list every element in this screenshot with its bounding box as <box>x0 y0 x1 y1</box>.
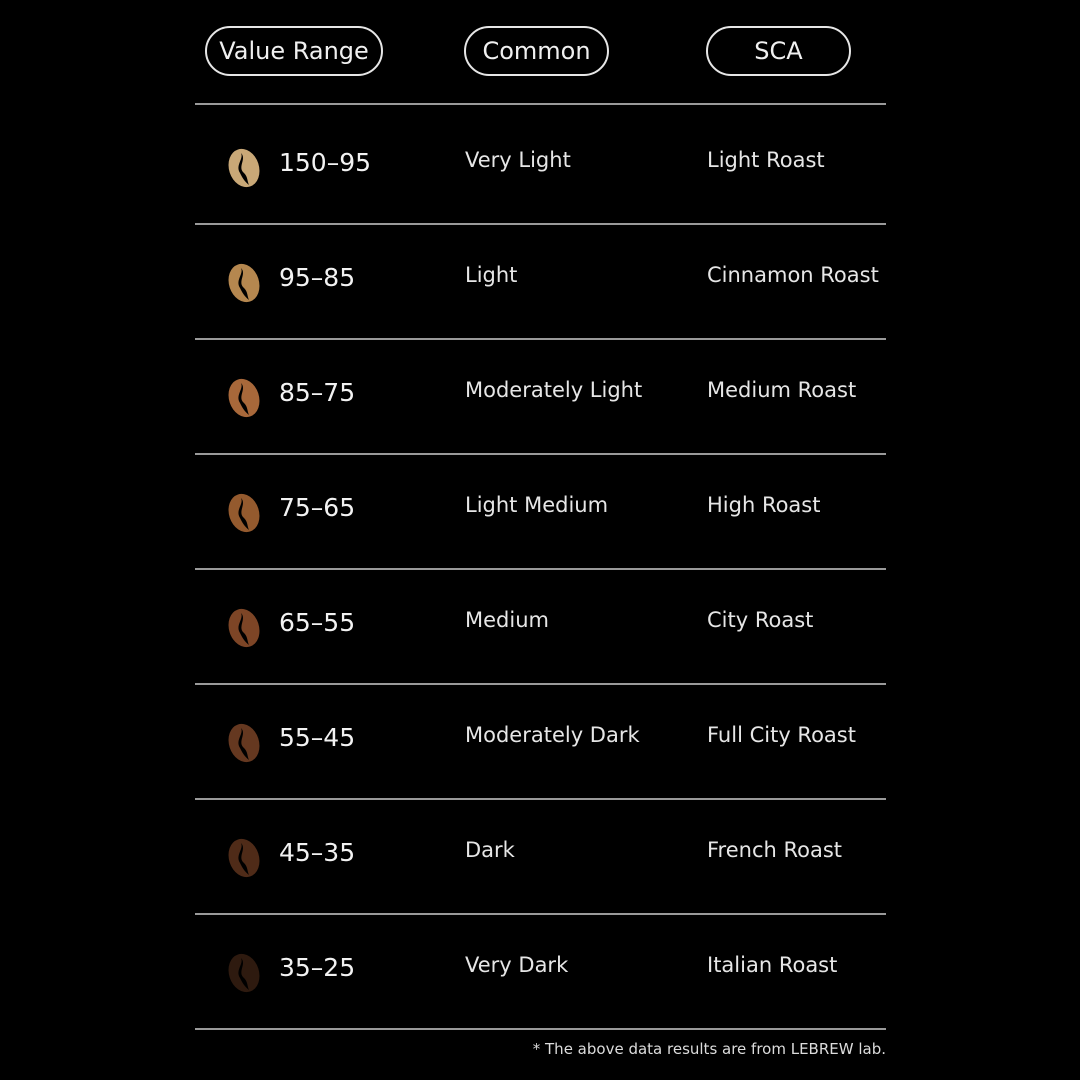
footnote: * The above data results are from LEBREW… <box>532 1040 886 1058</box>
header-common-label: Common <box>482 37 591 65</box>
coffee-bean-icon <box>228 723 260 763</box>
sca-name: City Roast <box>707 608 814 632</box>
table-row: 65–55 Medium City Roast <box>195 564 886 679</box>
table-row: 75–65 Light Medium High Roast <box>195 449 886 564</box>
coffee-bean-icon <box>228 148 260 188</box>
common-name: Very Light <box>465 148 571 172</box>
coffee-bean-icon <box>228 838 260 878</box>
value-range: 45–35 <box>279 838 356 867</box>
row-divider <box>195 1028 886 1030</box>
coffee-bean-icon <box>228 378 260 418</box>
table-row: 150–95 Very Light Light Roast <box>195 104 886 219</box>
header-sca-label: SCA <box>754 37 803 65</box>
value-range: 65–55 <box>279 608 356 637</box>
value-range: 55–45 <box>279 723 356 752</box>
sca-name: Italian Roast <box>707 953 838 977</box>
common-name: Moderately Dark <box>465 723 640 747</box>
value-range: 35–25 <box>279 953 356 982</box>
coffee-bean-icon <box>228 953 260 993</box>
table-row: 85–75 Moderately Light Medium Roast <box>195 334 886 449</box>
sca-name: High Roast <box>707 493 821 517</box>
table-row: 55–45 Moderately Dark Full City Roast <box>195 679 886 794</box>
value-range: 75–65 <box>279 493 356 522</box>
table-row: 35–25 Very Dark Italian Roast <box>195 909 886 1024</box>
common-name: Light <box>465 263 518 287</box>
sca-name: Medium Roast <box>707 378 857 402</box>
header-common: Common <box>464 26 609 76</box>
common-name: Moderately Light <box>465 378 643 402</box>
common-name: Light Medium <box>465 493 609 517</box>
common-name: Very Dark <box>465 953 569 977</box>
table-row: 45–35 Dark French Roast <box>195 794 886 909</box>
header-value-range-label: Value Range <box>219 37 369 65</box>
sca-name: Cinnamon Roast <box>707 263 879 287</box>
coffee-bean-icon <box>228 493 260 533</box>
coffee-bean-icon <box>228 263 260 303</box>
header-sca: SCA <box>706 26 851 76</box>
value-range: 85–75 <box>279 378 356 407</box>
coffee-bean-icon <box>228 608 260 648</box>
sca-name: Full City Roast <box>707 723 856 747</box>
table-row: 95–85 Light Cinnamon Roast <box>195 219 886 334</box>
value-range: 150–95 <box>279 148 372 177</box>
sca-name: Light Roast <box>707 148 825 172</box>
common-name: Dark <box>465 838 515 862</box>
sca-name: French Roast <box>707 838 843 862</box>
value-range: 95–85 <box>279 263 356 292</box>
common-name: Medium <box>465 608 549 632</box>
header-value-range: Value Range <box>205 26 383 76</box>
